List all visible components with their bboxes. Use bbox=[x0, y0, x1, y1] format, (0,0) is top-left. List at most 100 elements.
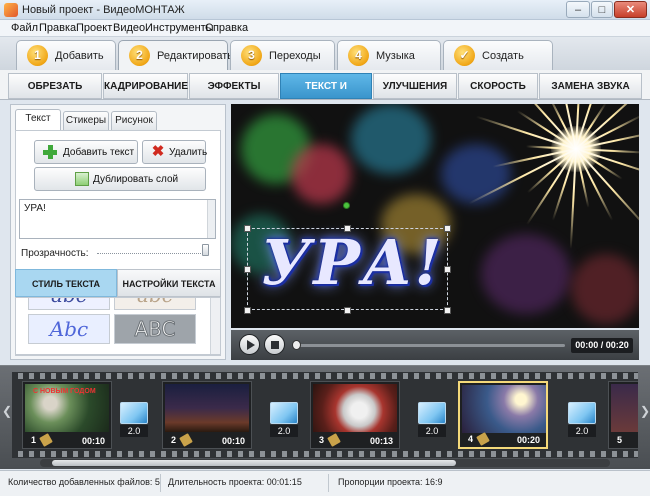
style-sample-abc-caps[interactable]: ABC bbox=[114, 314, 196, 344]
duplicate-layer-button[interactable]: Дублировать слой bbox=[34, 167, 206, 191]
step-transitions[interactable]: 3 Переходы bbox=[230, 40, 335, 70]
checkmark-icon: ✓ bbox=[454, 45, 475, 66]
clip-caption: С НОВЫМ ГОДОМ bbox=[33, 388, 96, 395]
clip-thumbnail bbox=[611, 384, 638, 432]
text-input[interactable]: УРА! bbox=[19, 199, 216, 239]
clip-3[interactable]: 3 00:13 bbox=[310, 381, 400, 449]
transition-2[interactable]: 2.0 bbox=[268, 402, 300, 438]
play-button[interactable] bbox=[239, 334, 260, 355]
menu-tools[interactable]: Инструменты bbox=[145, 22, 214, 34]
step-number-badge: 3 bbox=[241, 45, 262, 66]
resize-handle[interactable] bbox=[344, 307, 351, 314]
clip-number: 1 bbox=[31, 435, 37, 445]
transition-4[interactable]: 2.0 bbox=[566, 402, 598, 438]
stop-icon bbox=[271, 341, 279, 349]
bokeh-light bbox=[291, 144, 351, 204]
duplicate-icon bbox=[75, 172, 89, 186]
play-icon bbox=[247, 340, 255, 350]
tab-text[interactable]: Текст bbox=[15, 109, 61, 132]
step-add[interactable]: 1 Добавить bbox=[16, 40, 116, 70]
playback-progress[interactable] bbox=[295, 344, 565, 347]
resize-handle[interactable] bbox=[244, 266, 251, 273]
transition-3[interactable]: 2.0 bbox=[416, 402, 448, 438]
status-bar: Количество добавленных файлов: 5 Длитель… bbox=[0, 470, 650, 496]
step-label: Добавить bbox=[55, 50, 104, 62]
stop-button[interactable] bbox=[264, 334, 285, 355]
overlay-text[interactable]: УРА! bbox=[261, 226, 444, 299]
title-bar: Новый проект - ВидеоМОНТАЖ – □ ✕ bbox=[0, 0, 650, 20]
edit-subtabs: ОБРЕЗАТЬ ВИДЕО КАДРИРОВАНИЕ ЭФФЕКТЫ ТЕКС… bbox=[0, 70, 650, 118]
clip-2[interactable]: 2 00:10 bbox=[162, 381, 252, 449]
step-edit[interactable]: 2 Редактировать bbox=[118, 40, 233, 71]
style-sample-abc[interactable]: Abc bbox=[28, 314, 110, 344]
clip-5[interactable]: 5 bbox=[608, 381, 638, 449]
bokeh-light bbox=[481, 234, 571, 314]
film-perforation bbox=[12, 451, 638, 457]
step-create[interactable]: ✓ Создать bbox=[443, 40, 553, 70]
tab-text-style[interactable]: СТИЛЬ ТЕКСТА bbox=[15, 269, 117, 297]
transition-1[interactable]: 2.0 bbox=[118, 402, 150, 438]
close-button[interactable]: ✕ bbox=[614, 1, 647, 18]
tab-replace-audio[interactable]: ЗАМЕНА ЗВУКА bbox=[539, 73, 642, 99]
clip-number: 5 bbox=[617, 435, 623, 445]
menu-project[interactable]: Проект bbox=[76, 22, 112, 34]
tab-crop[interactable]: КАДРИРОВАНИЕ bbox=[103, 73, 188, 99]
transition-icon bbox=[568, 402, 596, 424]
add-text-label: Добавить текст bbox=[63, 147, 135, 158]
tab-speed[interactable]: СКОРОСТЬ bbox=[458, 73, 538, 99]
tab-trim-video[interactable]: ОБРЕЗАТЬ ВИДЕО bbox=[8, 73, 102, 118]
edit-pencil-icon bbox=[39, 433, 53, 447]
menu-help[interactable]: Справка bbox=[205, 22, 248, 34]
transition-duration: 2.0 bbox=[270, 425, 298, 437]
scroll-right-icon[interactable]: ❯ bbox=[640, 404, 650, 418]
playback-knob[interactable] bbox=[292, 340, 301, 350]
status-files-count: Количество добавленных файлов: 5 bbox=[8, 477, 160, 487]
text-input-scrollbar[interactable] bbox=[207, 200, 215, 238]
resize-handle[interactable] bbox=[244, 307, 251, 314]
resize-handle[interactable] bbox=[444, 225, 451, 232]
menu-edit[interactable]: Правка bbox=[39, 22, 76, 34]
resize-handle[interactable] bbox=[344, 225, 351, 232]
tab-drawing[interactable]: Рисунок bbox=[111, 111, 157, 131]
maximize-button[interactable]: □ bbox=[591, 1, 613, 18]
bokeh-light bbox=[441, 144, 511, 204]
timeline-scroll-thumb[interactable] bbox=[52, 460, 456, 466]
add-text-button[interactable]: Добавить текст bbox=[34, 140, 138, 164]
clip-thumbnail: С НОВЫМ ГОДОМ bbox=[25, 384, 109, 432]
text-input-value: УРА! bbox=[24, 203, 46, 214]
step-music[interactable]: 4 Музыка bbox=[337, 40, 441, 70]
resize-handle[interactable] bbox=[444, 307, 451, 314]
style-gallery-scrollbar[interactable] bbox=[210, 298, 220, 354]
menu-file[interactable]: Файл bbox=[11, 22, 38, 34]
tab-enhancements[interactable]: УЛУЧШЕНИЯ bbox=[373, 73, 457, 99]
tab-text-graphics[interactable]: ТЕКСТ И ГРАФИКА bbox=[280, 73, 372, 118]
step-number-badge: 4 bbox=[348, 45, 369, 66]
step-tabs: 1 Добавить 2 Редактировать 3 Переходы 4 … bbox=[0, 37, 650, 71]
rotate-handle[interactable] bbox=[343, 202, 350, 209]
minimize-button[interactable]: – bbox=[566, 1, 590, 18]
tab-text-settings[interactable]: НАСТРОЙКИ ТЕКСТА bbox=[117, 269, 221, 297]
bokeh-light bbox=[571, 254, 639, 324]
menu-video[interactable]: Видео bbox=[113, 22, 145, 34]
style-sample[interactable]: abc bbox=[28, 298, 110, 310]
style-sample[interactable]: abc bbox=[114, 298, 196, 310]
clip-4-selected[interactable]: 4 00:20 bbox=[458, 381, 548, 449]
step-number-badge: 1 bbox=[27, 45, 48, 66]
transition-duration: 2.0 bbox=[568, 425, 596, 437]
scroll-left-icon[interactable]: ❮ bbox=[2, 404, 12, 418]
clip-1[interactable]: С НОВЫМ ГОДОМ 1 00:10 bbox=[22, 381, 112, 449]
tab-effects[interactable]: ЭФФЕКТЫ bbox=[189, 73, 279, 99]
timeline-scrollbar[interactable] bbox=[40, 459, 610, 467]
step-label: Музыка bbox=[376, 50, 415, 62]
sparkler-burst bbox=[468, 104, 639, 249]
bokeh-light bbox=[351, 104, 431, 174]
clip-thumbnail bbox=[313, 384, 397, 432]
transparency-slider[interactable] bbox=[97, 253, 207, 254]
resize-handle[interactable] bbox=[244, 225, 251, 232]
transparency-slider-thumb[interactable] bbox=[202, 244, 209, 256]
tab-stickers[interactable]: Стикеры bbox=[63, 111, 109, 131]
delete-button[interactable]: ✖ Удалить bbox=[142, 140, 207, 164]
resize-handle[interactable] bbox=[444, 266, 451, 273]
video-preview[interactable]: УРА! bbox=[231, 104, 639, 328]
edit-pencil-icon bbox=[327, 433, 341, 447]
